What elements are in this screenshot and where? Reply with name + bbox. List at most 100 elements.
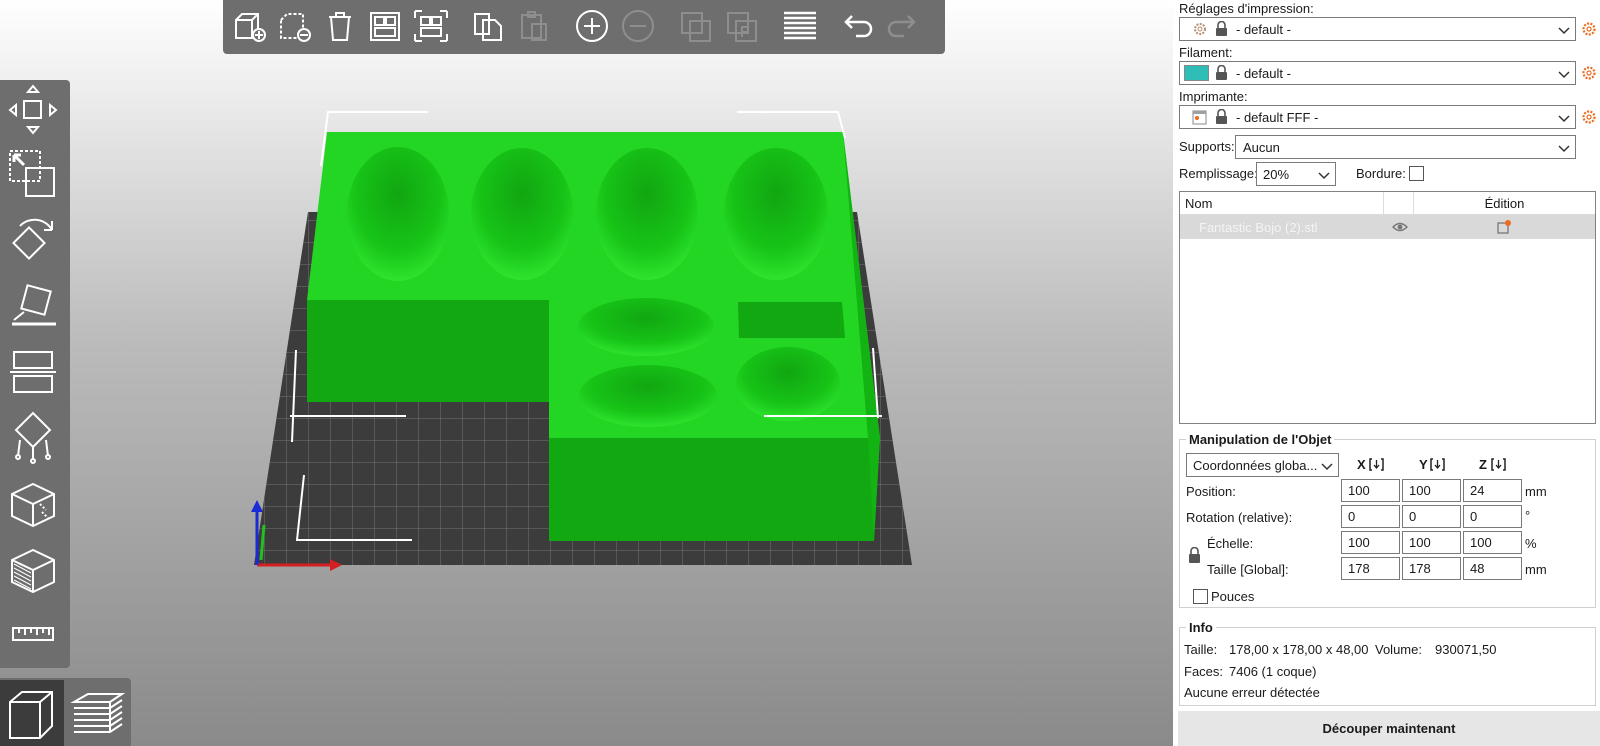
position-y-input[interactable]: 100 bbox=[1402, 479, 1461, 502]
scale-z-input[interactable]: 100 bbox=[1463, 531, 1522, 554]
split-objects-icon[interactable] bbox=[675, 6, 717, 46]
chevron-down-icon bbox=[1318, 172, 1330, 180]
drop-to-bed-icon[interactable] bbox=[1369, 457, 1384, 472]
uniform-scale-lock-icon[interactable] bbox=[1188, 547, 1201, 563]
info-faces-label: Faces: bbox=[1184, 664, 1224, 679]
scale-y-input[interactable]: 100 bbox=[1402, 531, 1461, 554]
redo-icon[interactable] bbox=[882, 6, 924, 46]
support-points-icon[interactable] bbox=[6, 410, 60, 466]
inches-label: Pouces bbox=[1211, 589, 1255, 604]
object-name: Fantastic Bojo (2).stl bbox=[1199, 220, 1318, 235]
drop-to-bed-icon[interactable] bbox=[1430, 457, 1445, 472]
print-settings-value: - default - bbox=[1236, 22, 1291, 37]
3d-view-icon[interactable] bbox=[0, 680, 64, 746]
eye-icon[interactable] bbox=[1392, 220, 1408, 234]
column-header-name[interactable]: Nom bbox=[1180, 192, 1384, 214]
arrange-selection-icon[interactable] bbox=[410, 6, 452, 46]
inches-checkbox[interactable] bbox=[1193, 589, 1208, 604]
coordinates-combo[interactable]: Coordonnées globa... bbox=[1186, 453, 1339, 477]
axis-y-label: Y bbox=[1419, 457, 1428, 472]
seam-painting-icon[interactable] bbox=[6, 476, 60, 532]
position-z-input[interactable]: 24 bbox=[1463, 479, 1522, 502]
size-label: Taille [Global]: bbox=[1207, 562, 1289, 577]
print-settings-gear-icon[interactable] bbox=[1581, 21, 1597, 37]
info-volume-value: 930071,50 bbox=[1435, 642, 1497, 657]
brim-checkbox[interactable] bbox=[1409, 166, 1424, 181]
size-x-input[interactable]: 178 bbox=[1341, 557, 1400, 580]
edit-settings-icon[interactable] bbox=[1496, 219, 1512, 235]
supports-combo[interactable]: Aucun bbox=[1235, 135, 1576, 159]
printer-label: Imprimante: bbox=[1179, 89, 1248, 104]
filament-combo[interactable]: - default - bbox=[1179, 61, 1576, 85]
add-instance-icon[interactable] bbox=[571, 6, 613, 46]
cut-icon[interactable] bbox=[6, 344, 60, 400]
scale-icon[interactable] bbox=[6, 146, 60, 202]
scale-label: Échelle: bbox=[1207, 536, 1254, 551]
split-parts-icon[interactable] bbox=[721, 6, 763, 46]
column-header-edit[interactable]: Édition bbox=[1414, 192, 1595, 214]
info-title: Info bbox=[1189, 620, 1213, 635]
object-list[interactable]: Nom Édition Fantastic Bojo (2).stl bbox=[1179, 191, 1596, 424]
filament-value: - default - bbox=[1236, 66, 1291, 81]
print-settings-label: Réglages d'impression: bbox=[1179, 1, 1314, 16]
list-item[interactable]: Fantastic Bojo (2).stl bbox=[1180, 215, 1595, 239]
copy-icon[interactable] bbox=[467, 6, 509, 46]
place-on-face-icon[interactable] bbox=[6, 278, 60, 334]
info-volume-label: Volume: bbox=[1375, 642, 1422, 657]
delete-all-icon[interactable] bbox=[319, 6, 361, 46]
rotation-y-input[interactable]: 0 bbox=[1402, 505, 1461, 528]
rotate-icon[interactable] bbox=[6, 212, 60, 268]
print-settings-preset-icon bbox=[1194, 23, 1206, 35]
position-label: Position: bbox=[1186, 484, 1236, 499]
info-size-value: 178,00 x 178,00 x 48,00 bbox=[1229, 642, 1369, 657]
delete-icon[interactable] bbox=[273, 6, 315, 46]
arrange-icon[interactable] bbox=[364, 6, 406, 46]
filament-label: Filament: bbox=[1179, 45, 1233, 60]
move-icon[interactable] bbox=[6, 82, 60, 138]
size-z-input[interactable]: 48 bbox=[1463, 557, 1522, 580]
preview-layers-icon[interactable] bbox=[66, 680, 130, 746]
lock-icon bbox=[1216, 21, 1227, 36]
infill-combo[interactable]: 20% bbox=[1256, 162, 1336, 186]
remove-instance-icon[interactable] bbox=[617, 6, 659, 46]
size-unit: mm bbox=[1525, 562, 1547, 577]
printer-combo[interactable]: - default FFF - bbox=[1179, 105, 1576, 129]
printer-gear-icon[interactable] bbox=[1581, 109, 1597, 125]
filament-gear-icon[interactable] bbox=[1581, 65, 1597, 81]
3d-scene[interactable] bbox=[0, 0, 1173, 746]
brim-label: Bordure: bbox=[1356, 166, 1406, 181]
drop-to-bed-icon[interactable] bbox=[1491, 457, 1506, 472]
axis-z-label: Z bbox=[1479, 457, 1487, 472]
chevron-down-icon bbox=[1558, 27, 1570, 35]
lock-icon bbox=[1216, 65, 1227, 80]
layers-editing-icon[interactable] bbox=[779, 6, 821, 46]
size-y-input[interactable]: 178 bbox=[1402, 557, 1461, 580]
mmu-painting-icon[interactable] bbox=[6, 542, 60, 598]
position-unit: mm bbox=[1525, 484, 1547, 499]
scale-x-input[interactable]: 100 bbox=[1341, 531, 1400, 554]
chevron-down-icon bbox=[1558, 145, 1570, 153]
sidebar-panel: Réglages d'impression: - default - Filam… bbox=[1173, 0, 1600, 746]
filament-color-swatch[interactable] bbox=[1184, 65, 1209, 81]
3d-viewport[interactable] bbox=[0, 0, 1173, 746]
printer-value: - default FFF - bbox=[1236, 110, 1319, 125]
scale-unit: % bbox=[1525, 536, 1537, 551]
position-x-input[interactable]: 100 bbox=[1341, 479, 1400, 502]
supports-label: Supports: bbox=[1179, 139, 1235, 154]
undo-icon[interactable] bbox=[836, 6, 878, 46]
object-manipulation-title: Manipulation de l'Objet bbox=[1189, 432, 1332, 447]
rotation-z-input[interactable]: 0 bbox=[1463, 505, 1522, 528]
column-header-visibility[interactable] bbox=[1384, 192, 1414, 214]
info-size-label: Taille: bbox=[1184, 642, 1218, 657]
chevron-down-icon bbox=[1558, 71, 1570, 79]
chevron-down-icon bbox=[1558, 115, 1570, 123]
info-errors: Aucune erreur détectée bbox=[1184, 685, 1320, 700]
coordinates-value: Coordonnées globa... bbox=[1193, 458, 1318, 473]
print-settings-combo[interactable]: - default - bbox=[1179, 17, 1576, 41]
rotation-label: Rotation (relative): bbox=[1186, 510, 1293, 525]
paste-icon[interactable] bbox=[513, 6, 555, 46]
slice-now-button[interactable]: Découper maintenant bbox=[1178, 711, 1600, 746]
rotation-x-input[interactable]: 0 bbox=[1341, 505, 1400, 528]
measure-icon[interactable] bbox=[6, 606, 60, 662]
add-icon[interactable] bbox=[228, 6, 270, 46]
